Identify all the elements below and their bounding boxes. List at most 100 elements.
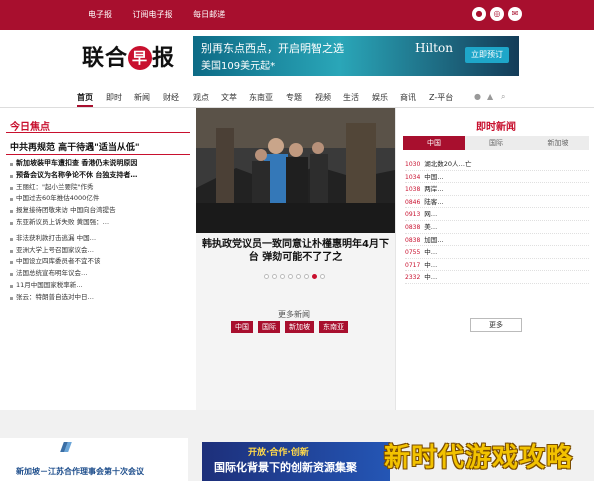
list-item[interactable]: 1030 湖北数20人…亡 — [405, 158, 589, 171]
carousel-dot[interactable] — [296, 274, 301, 279]
nav-video[interactable]: 视频 — [315, 92, 331, 103]
list-item[interactable]: 0913 网… — [405, 208, 589, 221]
headline-photo[interactable] — [196, 108, 395, 233]
mail-icon[interactable]: ✉ — [508, 7, 522, 21]
banner-line-1: 开放·合作·创新 — [248, 448, 309, 458]
list-item[interactable]: 东亚新议员上诉失败 黄国强：… — [10, 217, 194, 229]
more-china-button[interactable]: 中国 — [231, 321, 253, 333]
banner-innovation[interactable]: 开放·合作·创新 国际化背景下的创新资源集聚 — [202, 442, 390, 481]
list-item[interactable]: 预备会议为名称争论不休 台独支持者… — [10, 170, 194, 182]
tab-singapore[interactable]: 新加坡 — [527, 136, 589, 150]
news-title: 两岸… — [424, 185, 444, 194]
news-title: 美… — [424, 222, 438, 231]
list-item[interactable]: 新加坡装甲车遭扣查 香港仍未说明原因 — [10, 158, 194, 170]
carousel-dot[interactable] — [304, 274, 309, 279]
logo-text-right: 报 — [152, 45, 176, 71]
lead-divider — [6, 154, 190, 155]
news-time: 1034 — [405, 173, 421, 181]
ad-headline: 别再东点西点，开启明智之选 — [201, 42, 344, 55]
list-item[interactable]: 0717 中… — [405, 259, 589, 272]
news-time: 0846 — [405, 198, 421, 206]
nav-opinion[interactable]: 观点 — [193, 92, 209, 103]
carousel-dot[interactable] — [272, 274, 277, 279]
nav-southeast-asia[interactable]: 东南亚 — [249, 92, 273, 103]
logo-mark: 早 — [128, 46, 153, 70]
carousel-dot[interactable] — [264, 274, 269, 279]
instant-news-tabs: 中国 国际 新加坡 — [403, 136, 589, 150]
list-item[interactable]: 0846 陆客… — [405, 196, 589, 209]
link-daily-mail[interactable]: 每日邮递 — [193, 10, 225, 19]
news-time: 0913 — [405, 211, 421, 219]
top-links: 电子报 订阅电子报 每日邮递 — [88, 9, 243, 20]
section-title-today-focus: 今日焦点 — [10, 122, 50, 133]
news-time: 0717 — [405, 261, 421, 269]
nav-home[interactable]: 首页 — [77, 92, 93, 107]
list-item[interactable]: 报复接待团敬来访 中国向台湾提告 — [10, 205, 194, 217]
nav-lifestyle[interactable]: 生活 — [343, 92, 359, 103]
wechat-icon[interactable]: ◎ — [490, 7, 504, 21]
more-international-button[interactable]: 国际 — [258, 321, 280, 333]
news-time: 0838 — [405, 236, 421, 244]
list-item[interactable]: 11月中国国家税率新… — [10, 280, 194, 292]
nav-special[interactable]: 专题 — [286, 92, 302, 103]
list-item[interactable]: 中国过去60年推估4000亿件 — [10, 193, 194, 205]
lead-headline[interactable]: 中共再规范 高干待遇"适当从低" — [10, 140, 140, 153]
nav-finance[interactable]: 财经 — [163, 92, 179, 103]
list-item[interactable]: 0755 中… — [405, 246, 589, 259]
list-item[interactable]: 亚洲大学上号召国家议会… — [10, 245, 194, 257]
list-item[interactable]: 中国设立四库委员者不宜不该 — [10, 256, 194, 268]
list-item[interactable]: 2332 中… — [405, 271, 589, 284]
news-time: 1030 — [405, 161, 421, 168]
list-item[interactable]: 张云：特朗普自选对中日… — [10, 292, 194, 304]
headline-caption[interactable]: 韩执政党议员一致同意让朴槿惠明年4月下台 弹劾可能不了了之 — [196, 238, 395, 264]
watermark-overlay: 新时代游戏攻略 — [384, 443, 574, 473]
banner-singapore-jiangsu[interactable]: 新加坡－江苏合作理事会第十次会议 — [0, 438, 188, 481]
search-icon[interactable]: ⌕ — [501, 92, 505, 102]
android-icon[interactable]: ▲ — [487, 92, 493, 101]
nav-entertainment[interactable]: 娱乐 — [372, 92, 388, 103]
tab-china[interactable]: 中国 — [403, 136, 465, 150]
list-item[interactable]: 王丽红："起小兰要院"作秀 — [10, 182, 194, 194]
list-item[interactable]: 0838 美… — [405, 221, 589, 234]
tab-international[interactable]: 国际 — [465, 136, 527, 150]
list-item[interactable]: 法国总统宣布明年议会… — [10, 268, 194, 280]
carousel-dot[interactable] — [280, 274, 285, 279]
nav-business[interactable]: 商讯 — [400, 92, 416, 103]
hilton-ad-banner[interactable]: 别再东点西点，开启明智之选 美国109美元起* Hilton 立即预订 — [193, 36, 519, 76]
link-epaper[interactable]: 电子报 — [88, 10, 112, 19]
site-header: 联合早报 别再东点西点，开启明智之选 美国109美元起* Hilton 立即预订 — [0, 30, 594, 86]
news-time: 0838 — [405, 223, 421, 231]
ad-cta-button[interactable]: 立即预订 — [465, 47, 509, 63]
carousel-dot[interactable] — [320, 274, 325, 279]
top-bar: 电子报 订阅电子报 每日邮递 ● ◎ ✉ — [0, 0, 594, 30]
more-instant-news-button[interactable]: 更多 — [470, 318, 522, 332]
list-item[interactable]: 非法获利款打击逃漏 中国… — [10, 233, 194, 245]
list-item[interactable]: 1034 中国… — [405, 171, 589, 184]
more-southeast-asia-button[interactable]: 东南亚 — [319, 321, 348, 333]
nav-instant[interactable]: 即时 — [106, 92, 122, 103]
news-title: 加国… — [424, 235, 444, 244]
banner-title: 新加坡－江苏合作理事会第十次会议 — [16, 467, 144, 476]
focus-list: 新加坡装甲车遭扣查 香港仍未说明原因 预备会议为名称争论不休 台独支持者… 王丽… — [10, 158, 194, 304]
list-item[interactable]: 0838 加国… — [405, 234, 589, 247]
nav-digest[interactable]: 文萃 — [221, 92, 237, 103]
news-title: 中… — [424, 273, 438, 282]
carousel-dot[interactable] — [288, 274, 293, 279]
more-singapore-button[interactable]: 新加坡 — [285, 321, 314, 333]
apple-icon[interactable]: ● — [474, 92, 481, 101]
more-news-buttons: 中国 国际 新加坡 东南亚 — [231, 321, 348, 333]
site-logo[interactable]: 联合早报 — [82, 40, 175, 72]
link-subscribe-epaper[interactable]: 订阅电子报 — [133, 10, 173, 19]
list-item[interactable]: 1038 两岸… — [405, 183, 589, 196]
instant-news-list: 1030 湖北数20人…亡 1034 中国… 1038 两岸… 0846 陆客… 091… — [405, 158, 589, 284]
nav-news[interactable]: 新闻 — [134, 92, 150, 103]
nav-z-platform[interactable]: Z-平台 — [429, 92, 453, 103]
carousel-dot-active[interactable] — [312, 274, 317, 279]
carousel-dots — [264, 274, 325, 279]
section-title-instant-news: 即时新闻 — [476, 122, 516, 133]
news-title: 网… — [424, 210, 438, 219]
section-divider — [6, 132, 190, 133]
news-time: 2332 — [405, 274, 421, 282]
weibo-icon[interactable]: ● — [472, 7, 486, 21]
social-icons: ● ◎ ✉ — [472, 7, 522, 21]
